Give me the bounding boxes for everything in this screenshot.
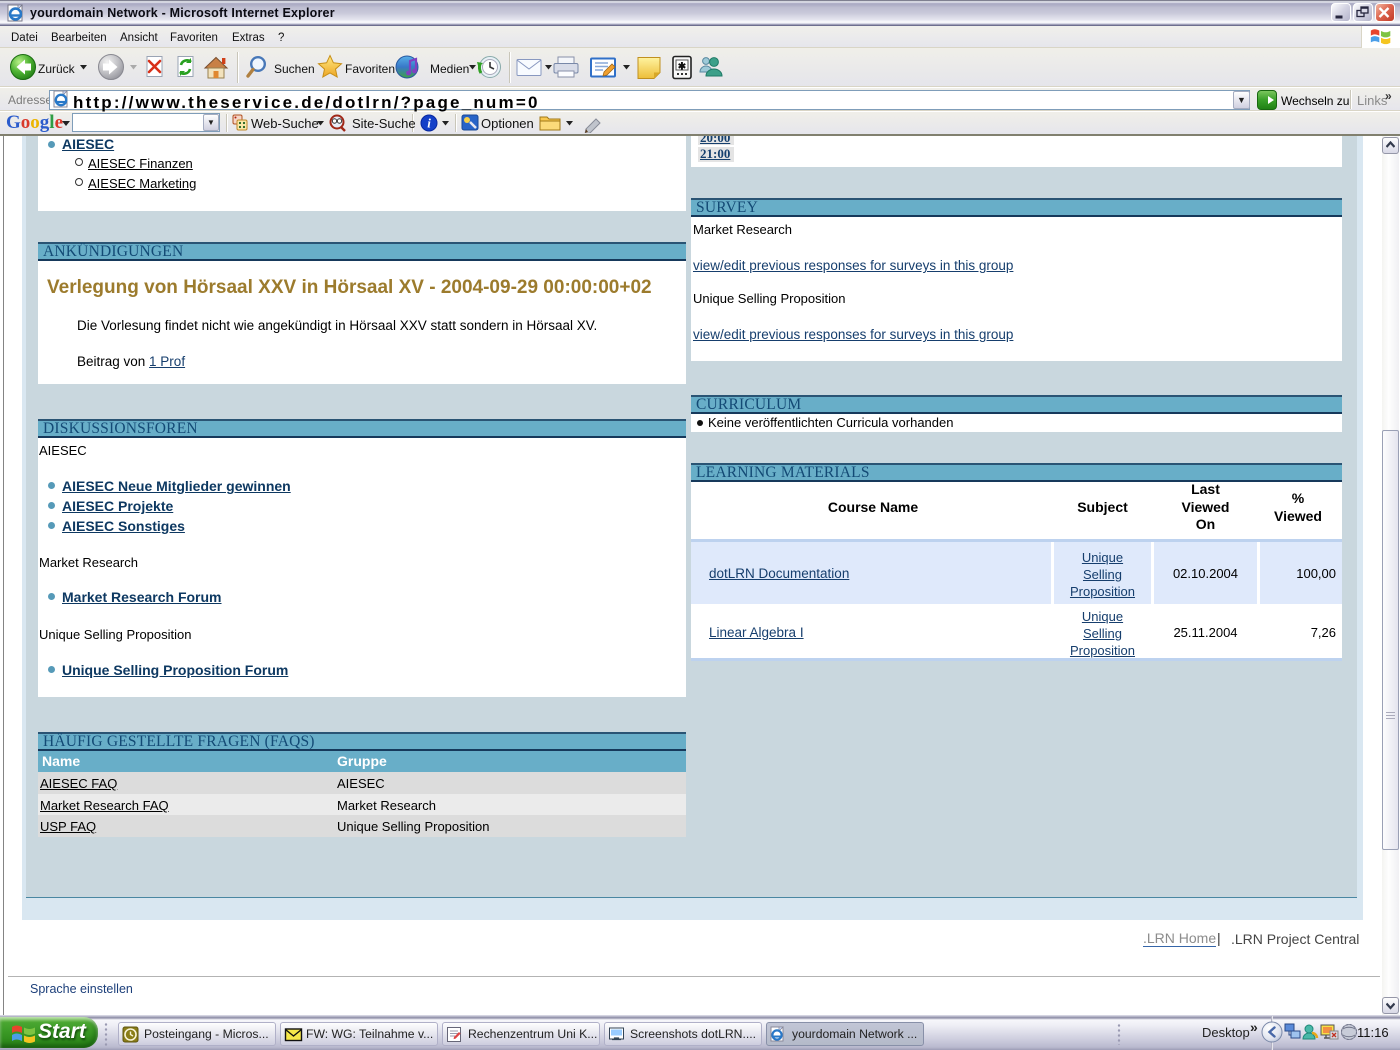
- svg-text:✱: ✱: [678, 62, 687, 73]
- svg-text:i: i: [427, 116, 431, 131]
